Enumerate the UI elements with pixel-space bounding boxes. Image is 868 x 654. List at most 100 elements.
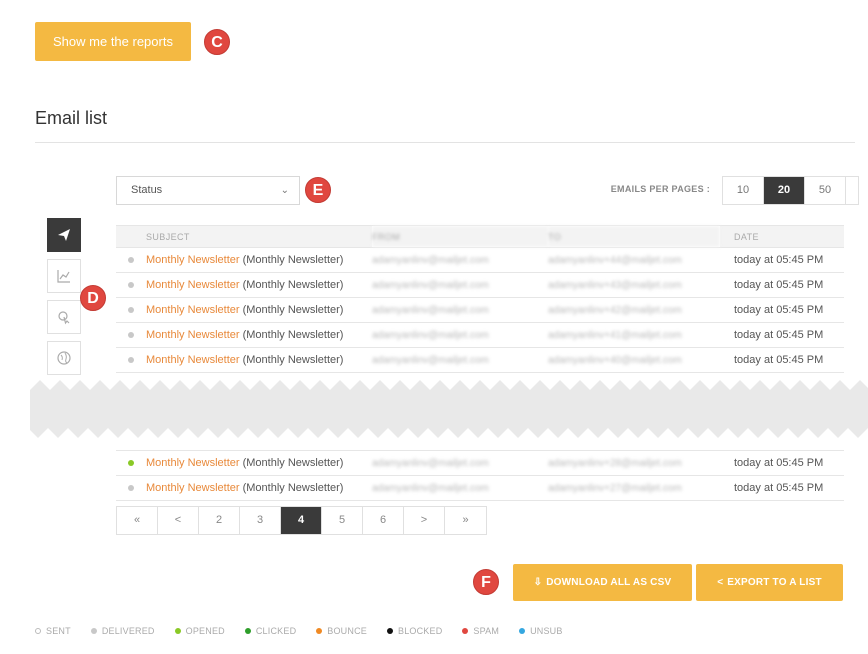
download-csv-button[interactable]: ⇩ DOWNLOAD ALL AS CSV <box>513 564 692 601</box>
status-dot-cell <box>116 247 146 273</box>
table-row[interactable]: Monthly Newsletter (Monthly Newsletter) a… <box>116 475 844 501</box>
geo-tab[interactable] <box>47 341 81 375</box>
page-button[interactable]: » <box>445 507 486 534</box>
subject-link[interactable]: Monthly Newsletter <box>146 329 240 341</box>
status-filter-value: Status <box>131 184 163 196</box>
campaign-name: (Monthly Newsletter) <box>242 329 344 341</box>
subject-link[interactable]: Monthly Newsletter <box>146 279 240 291</box>
divider <box>35 142 855 143</box>
campaign-name: (Monthly Newsletter) <box>242 482 344 494</box>
share-icon: < <box>717 577 724 588</box>
stats-tab[interactable] <box>47 259 81 293</box>
download-icon: ⇩ <box>533 577 543 588</box>
date-cell: today at 05:45 PM <box>720 247 844 273</box>
email-table: SUBJECT FROM TO DATE Monthly Newsletter … <box>116 225 844 501</box>
per-page-selector: 10 20 50 <box>722 176 859 205</box>
subject-cell: Monthly Newsletter (Monthly Newsletter) <box>146 450 372 476</box>
table-row[interactable]: Monthly Newsletter (Monthly Newsletter) a… <box>116 450 844 476</box>
status-dot <box>128 332 134 338</box>
subject-link[interactable]: Monthly Newsletter <box>146 457 240 469</box>
legend-label: SPAM <box>473 626 500 636</box>
legend-item: BLOCKED <box>387 626 442 636</box>
page-tear-divider <box>30 380 868 438</box>
per-page-option-more[interactable] <box>846 177 858 204</box>
legend-dot <box>244 628 251 634</box>
date-cell: today at 05:45 PM <box>720 272 844 298</box>
export-to-list-button[interactable]: < EXPORT TO A LIST <box>696 564 843 601</box>
page-button[interactable]: 6 <box>363 507 404 534</box>
legend-dot <box>35 628 41 634</box>
subject-cell: Monthly Newsletter (Monthly Newsletter) <box>146 347 372 373</box>
callout-marker-f: F <box>473 569 499 595</box>
status-dot <box>128 485 134 491</box>
campaign-name: (Monthly Newsletter) <box>242 354 344 366</box>
page-button[interactable]: « <box>117 507 158 534</box>
legend-item: UNSUB <box>519 626 563 636</box>
chart-icon <box>57 270 70 283</box>
legend-dot <box>90 628 97 634</box>
legend-dot <box>316 628 323 634</box>
clicks-tab[interactable] <box>47 300 81 334</box>
subject-link[interactable]: Monthly Newsletter <box>146 254 240 266</box>
to-cell: adamyanlinv+44@mailjet.com <box>548 247 720 273</box>
legend-item: SENT <box>35 626 71 636</box>
show-reports-button[interactable]: Show me the reports <box>35 22 191 61</box>
date-cell: today at 05:45 PM <box>720 322 844 348</box>
callout-marker-d: D <box>80 285 106 311</box>
export-to-list-label: EXPORT TO A LIST <box>727 577 822 588</box>
to-cell: adamyanlinv+42@mailjet.com <box>548 297 720 323</box>
status-dot <box>128 257 134 263</box>
campaign-name: (Monthly Newsletter) <box>242 304 344 316</box>
status-dot-cell <box>116 475 146 501</box>
subject-link[interactable]: Monthly Newsletter <box>146 354 240 366</box>
subject-link[interactable]: Monthly Newsletter <box>146 482 240 494</box>
legend-label: DELIVERED <box>101 626 155 636</box>
legend-dot <box>519 628 526 634</box>
table-row[interactable]: Monthly Newsletter (Monthly Newsletter) a… <box>116 247 844 273</box>
page-button[interactable]: 5 <box>322 507 363 534</box>
legend-item: DELIVERED <box>90 626 155 636</box>
legend-label: CLICKED <box>255 626 297 636</box>
date-cell: today at 05:45 PM <box>720 450 844 476</box>
table-row[interactable]: Monthly Newsletter (Monthly Newsletter) a… <box>116 272 844 298</box>
to-cell: adamyanlinv+41@mailjet.com <box>548 322 720 348</box>
legend-label: SENT <box>46 626 71 636</box>
legend-dot <box>387 628 393 634</box>
legend-item: SPAM <box>462 626 499 636</box>
status-dot-cell <box>116 450 146 476</box>
send-icon <box>58 229 70 241</box>
status-legend: SENT DELIVERED OPENED CLICKED BOUNCE BLOCKED S… <box>35 626 583 636</box>
status-dot <box>128 307 134 313</box>
from-cell: adamyanlinv@mailjet.com <box>372 347 548 373</box>
per-page-option-50[interactable]: 50 <box>805 177 846 204</box>
page-title: Email list <box>35 108 108 128</box>
page-button[interactable]: < <box>158 507 199 534</box>
page-button[interactable]: 2 <box>199 507 240 534</box>
table-row[interactable]: Monthly Newsletter (Monthly Newsletter) a… <box>116 322 844 348</box>
status-dot <box>128 357 134 363</box>
status-filter-select[interactable]: Status ⌄ <box>116 176 300 205</box>
status-dot-cell <box>116 347 146 373</box>
subject-cell: Monthly Newsletter (Monthly Newsletter) <box>146 272 372 298</box>
table-row[interactable]: Monthly Newsletter (Monthly Newsletter) a… <box>116 347 844 373</box>
per-page-option-20[interactable]: 20 <box>764 177 805 204</box>
from-cell: adamyanlinv@mailjet.com <box>372 450 548 476</box>
status-dot <box>128 282 134 288</box>
page-button[interactable]: 4 <box>281 507 322 534</box>
download-csv-label: DOWNLOAD ALL AS CSV <box>546 577 672 588</box>
chevron-down-icon: ⌄ <box>280 185 289 196</box>
callout-marker-c: C <box>204 29 230 55</box>
to-cell: adamyanlinv+43@mailjet.com <box>548 272 720 298</box>
callout-marker-e: E <box>305 177 331 203</box>
legend-label: BLOCKED <box>398 626 443 636</box>
subject-cell: Monthly Newsletter (Monthly Newsletter) <box>146 322 372 348</box>
to-column-header: TO <box>548 225 720 248</box>
subject-link[interactable]: Monthly Newsletter <box>146 304 240 316</box>
page-button[interactable]: > <box>404 507 445 534</box>
page-button[interactable]: 3 <box>240 507 281 534</box>
legend-item: BOUNCE <box>316 626 367 636</box>
legend-item: CLICKED <box>244 626 297 636</box>
table-row[interactable]: Monthly Newsletter (Monthly Newsletter) a… <box>116 297 844 323</box>
per-page-option-10[interactable]: 10 <box>723 177 764 204</box>
sent-tab[interactable] <box>47 218 81 252</box>
